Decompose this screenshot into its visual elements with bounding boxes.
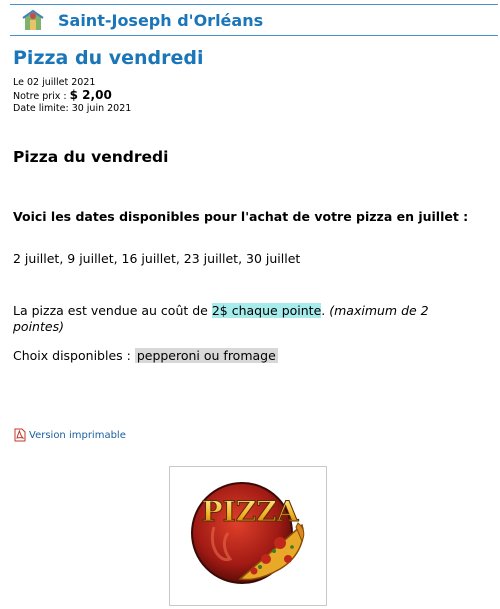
page-title: Pizza du vendredi [13, 47, 204, 69]
price-value: $ 2,00 [69, 88, 112, 102]
price-description: La pizza est vendue au coût de 2$ chaque… [13, 303, 483, 335]
pizza-image: PIZZA [169, 466, 327, 606]
deadline: Date limite: 30 juin 2021 [13, 103, 132, 114]
site-header: Saint-Joseph d'Orléans [10, 4, 498, 36]
price-prefix: La pizza est vendue au coût de [13, 303, 212, 318]
pdf-icon [14, 428, 26, 442]
article-body: Pizza du vendredi Voici les dates dispon… [13, 148, 493, 363]
school-logo-icon[interactable] [20, 7, 46, 33]
printable-version-link[interactable]: Version imprimable [13, 428, 126, 442]
price-row: Notre prix : $ 2,00 [13, 89, 131, 103]
choices-line: Choix disponibles : pepperoni ou fromage [13, 348, 278, 363]
content-heading: Pizza du vendredi [13, 148, 169, 166]
price-label: Notre prix : [13, 91, 70, 102]
choices-value: pepperoni ou fromage [134, 348, 278, 363]
price-highlight: 2$ chaque pointe [211, 303, 322, 318]
available-dates: 2 juillet, 9 juillet, 16 juillet, 23 jui… [13, 251, 301, 266]
post-meta: Le 02 juillet 2021 Notre prix : $ 2,00 D… [13, 77, 131, 115]
site-title[interactable]: Saint-Joseph d'Orléans [58, 11, 263, 30]
pizza-logo-text: PIZZA [202, 495, 300, 528]
choices-label: Choix disponibles : [13, 348, 135, 363]
content-subheading: Voici les dates disponibles pour l'achat… [13, 209, 469, 224]
printable-version-label[interactable]: Version imprimable [29, 430, 126, 441]
